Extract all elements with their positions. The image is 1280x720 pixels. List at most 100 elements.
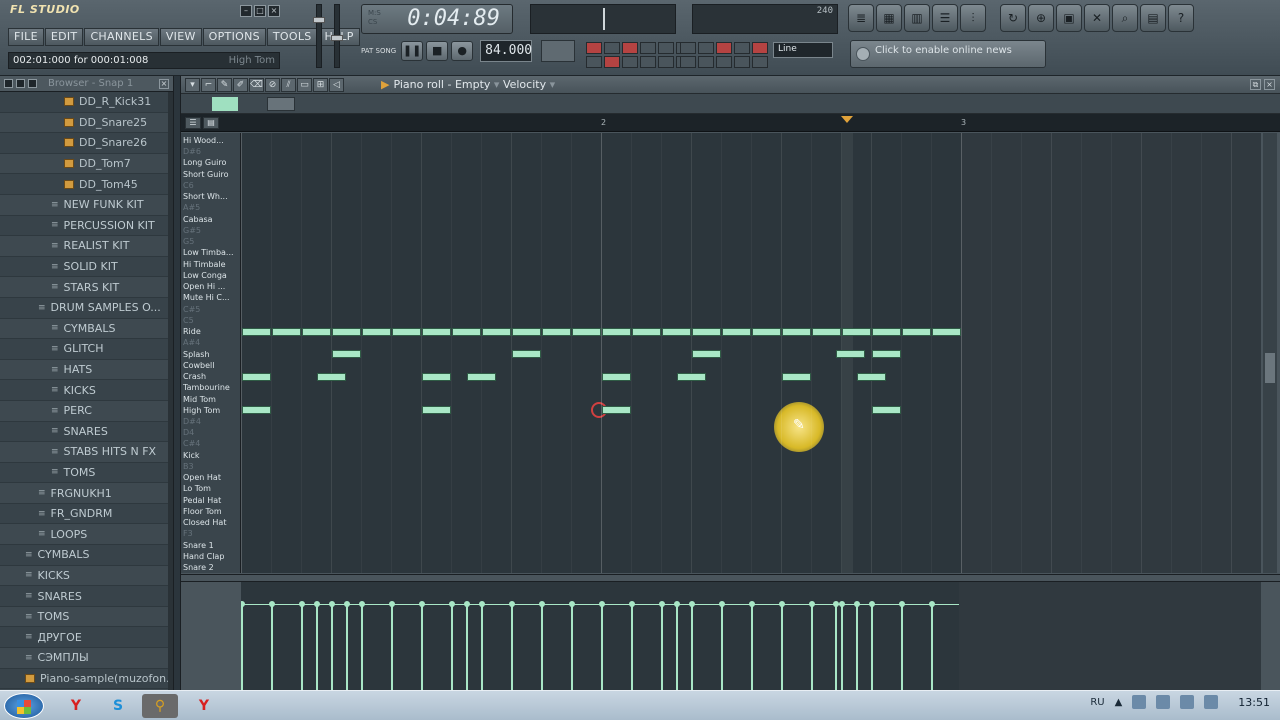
refresh-icon[interactable]: ↻	[1000, 4, 1026, 32]
browser-item[interactable]: ≡ CYMBALS	[0, 545, 173, 566]
close-icon[interactable]: ×	[159, 78, 169, 89]
note[interactable]	[302, 327, 331, 336]
browser-item[interactable]: ≡ fr_gndrm	[0, 503, 173, 525]
drum-key-label[interactable]: D#4	[183, 416, 201, 427]
velocity-bar[interactable]	[509, 601, 515, 690]
drum-key-label[interactable]: Open Hat	[183, 472, 221, 483]
browser-item[interactable]: Piano-sample(muzofon...	[0, 668, 173, 690]
note[interactable]	[722, 327, 751, 336]
browser-item[interactable]: ≡ DRUM SAMPLES O...	[0, 297, 173, 319]
velocity-bar[interactable]	[241, 601, 245, 690]
note[interactable]	[602, 406, 631, 415]
note[interactable]	[242, 372, 271, 381]
restore-icon[interactable]: □	[254, 5, 266, 17]
record-icon[interactable]: ●	[451, 41, 474, 61]
note[interactable]	[422, 372, 451, 381]
help-icon[interactable]: ?	[1168, 4, 1194, 32]
drum-key-label[interactable]: Crash	[183, 371, 206, 382]
note[interactable]	[422, 406, 451, 415]
news-panel[interactable]: Click to enable online news	[850, 40, 1046, 68]
note-grid[interactable]: ✎	[241, 133, 1261, 573]
drum-key-label[interactable]: Snare 1	[183, 540, 214, 551]
drum-key-label[interactable]: Low Conga	[183, 270, 227, 281]
save-icon[interactable]: ▣	[1056, 4, 1082, 32]
search-icon[interactable]: ⌕	[1112, 4, 1138, 32]
slice-icon[interactable]: ⫽	[281, 78, 296, 92]
browser-item[interactable]: DD_Snare25	[0, 112, 173, 134]
velocity-bar[interactable]	[329, 601, 335, 690]
drum-key-label[interactable]: G5	[183, 236, 194, 247]
drum-key-label[interactable]: Ride	[183, 326, 201, 337]
velocity-bar[interactable]	[344, 601, 350, 690]
piano-roll-title[interactable]: ▶ Piano roll - Empty ▾ Velocity ▾	[381, 78, 555, 91]
note[interactable]	[842, 327, 871, 336]
drum-key-label[interactable]: Short Wh...	[183, 191, 228, 202]
browser-item[interactable]: DD_Tom45	[0, 174, 173, 195]
browser-item[interactable]: ≡ Другое	[0, 627, 173, 649]
browser-icon[interactable]: ☰	[932, 4, 958, 32]
piano-roll-icon[interactable]: ▥	[904, 4, 930, 32]
note[interactable]	[692, 327, 721, 336]
note[interactable]	[902, 327, 931, 336]
select-icon[interactable]: ▭	[297, 78, 312, 92]
velocity-bar[interactable]	[809, 601, 815, 690]
drum-key-label[interactable]: Long Guiro	[183, 157, 226, 168]
note[interactable]	[467, 372, 496, 381]
velocity-bar[interactable]	[449, 601, 455, 690]
stop-icon[interactable]: ■	[426, 41, 449, 61]
velocity-bar[interactable]	[854, 601, 860, 690]
master-volume-slider[interactable]	[313, 4, 325, 68]
drum-key-label[interactable]: Splash	[183, 349, 210, 360]
playback-icon[interactable]: ◁	[329, 78, 344, 92]
velocity-bar[interactable]	[359, 601, 365, 690]
drum-key-label[interactable]: A#4	[183, 337, 200, 348]
menu-channels[interactable]: CHANNELS	[84, 28, 159, 46]
drum-key-label[interactable]: Open Hi ...	[183, 281, 225, 292]
browser-item[interactable]: ≡ TOMS	[0, 606, 173, 628]
drum-key-label[interactable]: Closed Hat	[183, 517, 226, 528]
note[interactable]	[542, 327, 571, 336]
drum-key-label[interactable]: D#6	[183, 146, 201, 157]
velocity-bar[interactable]	[539, 601, 545, 690]
browser-item[interactable]: ≡ HATS	[0, 359, 173, 381]
keyboard-view-icon[interactable]: ☰	[185, 117, 201, 129]
note[interactable]	[512, 327, 541, 336]
velocity-bar[interactable]	[299, 601, 305, 690]
yandex-browser-icon[interactable]: Y	[58, 694, 94, 718]
fl-studio-taskbar-icon[interactable]: ⚲	[142, 694, 178, 718]
browser-item[interactable]: ≡ LOOPS	[0, 524, 173, 546]
drum-key-label[interactable]: Low Timba...	[183, 247, 234, 258]
browser-item[interactable]: ≡ CYMBALS	[0, 318, 173, 340]
velocity-bar[interactable]	[269, 601, 275, 690]
browser-menu-icon[interactable]	[4, 79, 13, 88]
snap-icon[interactable]: ⌐	[201, 78, 216, 92]
yandex-icon[interactable]: Y	[186, 694, 222, 718]
paint-icon[interactable]: ✐	[233, 78, 248, 92]
event-lane-divider[interactable]	[181, 574, 1280, 582]
playlist-icon[interactable]: ≣	[848, 4, 874, 32]
browser-item[interactable]: ≡ NEW FUNK KIT	[0, 194, 173, 216]
velocity-bar[interactable]	[464, 601, 470, 690]
velocity-lane[interactable]	[241, 582, 1261, 690]
note[interactable]	[317, 372, 346, 381]
note[interactable]	[452, 327, 481, 336]
note[interactable]	[677, 372, 706, 381]
drum-key-label[interactable]: C5	[183, 315, 194, 326]
note[interactable]	[872, 350, 901, 359]
velocity-bar[interactable]	[629, 601, 635, 690]
detach-icon[interactable]: ⧉	[1250, 79, 1261, 90]
note[interactable]	[242, 406, 271, 415]
pattern-selector[interactable]	[541, 40, 576, 62]
delete-icon[interactable]: ⌫	[249, 78, 264, 92]
note[interactable]	[362, 327, 391, 336]
velocity-bar[interactable]	[869, 601, 875, 690]
language-indicator[interactable]: RU	[1090, 697, 1104, 708]
browser-item[interactable]: ≡ PERCUSSION KIT	[0, 215, 173, 237]
drum-key-label[interactable]: Mute Hi C...	[183, 292, 230, 303]
menu-edit[interactable]: EDIT	[44, 28, 84, 46]
drum-key-label[interactable]: Tambourine	[183, 382, 230, 393]
mute-icon[interactable]: ⊘	[265, 78, 280, 92]
volume-icon[interactable]	[1180, 695, 1195, 709]
note[interactable]	[602, 372, 631, 381]
close-icon[interactable]: ×	[268, 5, 280, 17]
